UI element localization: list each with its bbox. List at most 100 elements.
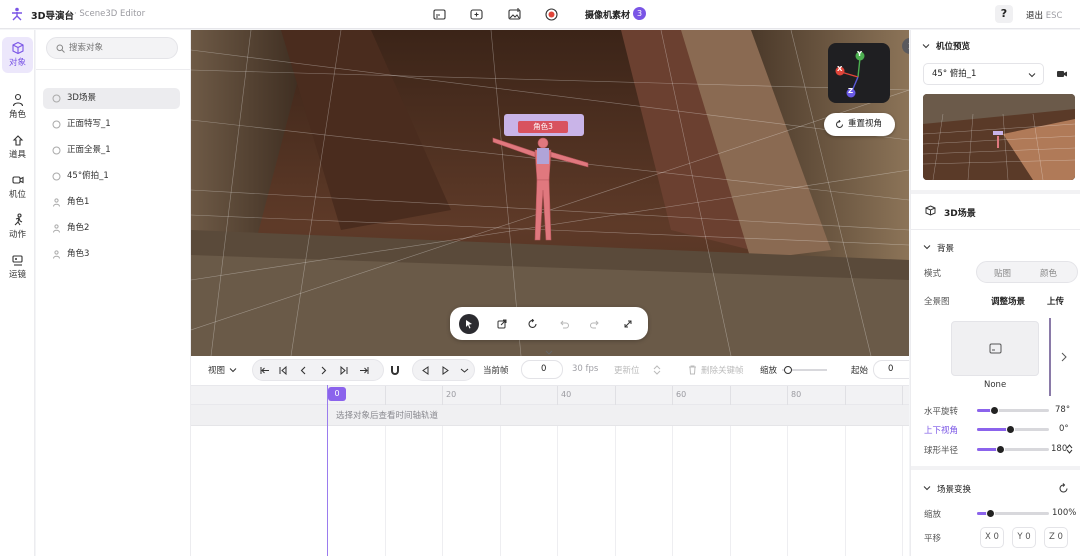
object-item-character-2[interactable]: 角色2 bbox=[43, 218, 180, 239]
chevron-down-icon[interactable] bbox=[229, 366, 237, 374]
object-item-camera-45[interactable]: 45°俯拍_1 bbox=[43, 166, 180, 187]
select-tool[interactable] bbox=[459, 314, 479, 334]
object-item-camera-front-closeup[interactable]: 正面特写_1 bbox=[43, 114, 180, 135]
collapse-panel-button[interactable] bbox=[902, 38, 909, 54]
translate-z-input[interactable]: Z 0 bbox=[1044, 527, 1068, 548]
timeline-ruler[interactable]: 20 40 60 80 bbox=[191, 385, 909, 406]
rail-label: 角色 bbox=[8, 110, 26, 120]
rotate-tool[interactable] bbox=[523, 314, 543, 334]
prev-keyframe-icon[interactable] bbox=[278, 365, 289, 376]
camera-library-button[interactable]: 摄像机素材 bbox=[585, 8, 630, 21]
current-frame-input[interactable]: 0 bbox=[521, 360, 563, 379]
slider-knob[interactable] bbox=[1005, 425, 1015, 434]
scene-transform-title: 场景变换 bbox=[937, 485, 972, 495]
cast-icon[interactable] bbox=[432, 7, 447, 22]
easing-select[interactable]: 更新位 bbox=[614, 364, 640, 376]
add-camera-icon[interactable] bbox=[469, 7, 484, 22]
stepper-icon[interactable] bbox=[1066, 444, 1073, 454]
character-name-tag: 角色3 bbox=[504, 114, 584, 136]
chevron-down-icon[interactable] bbox=[922, 42, 930, 50]
slider-knob[interactable] bbox=[990, 406, 999, 415]
translate-x-input[interactable]: X 0 bbox=[980, 527, 1004, 548]
orientation-gizmo[interactable]: Y X Z bbox=[828, 43, 890, 103]
redo-button[interactable] bbox=[585, 314, 605, 334]
chevron-down-icon[interactable] bbox=[923, 243, 931, 251]
horizontal-rotation-label: 水平旋转 bbox=[924, 407, 959, 417]
object-item-scene[interactable]: 3D场景 bbox=[43, 88, 180, 109]
trash-icon[interactable] bbox=[688, 365, 697, 375]
exit-label: 退出 bbox=[1026, 11, 1044, 21]
record-icon[interactable] bbox=[544, 7, 559, 22]
mode-option-texture[interactable]: 贴图 bbox=[994, 267, 1011, 279]
undo-button[interactable] bbox=[554, 314, 574, 334]
video-camera-icon[interactable] bbox=[1056, 69, 1068, 79]
zoom-label: 缩放 bbox=[760, 366, 778, 376]
playhead[interactable] bbox=[327, 385, 328, 556]
playhead-frame-badge[interactable]: 0 bbox=[328, 387, 346, 401]
reset-view-button[interactable]: 重置视角 bbox=[824, 113, 895, 136]
play-icon[interactable] bbox=[440, 365, 451, 376]
magnet-icon[interactable] bbox=[389, 364, 401, 376]
move-tool[interactable] bbox=[492, 314, 512, 334]
scroll-indicator[interactable] bbox=[1049, 318, 1051, 396]
search-input[interactable] bbox=[69, 41, 174, 55]
next-keyframe-icon[interactable] bbox=[338, 365, 349, 376]
start-input[interactable]: 0 bbox=[873, 360, 909, 379]
timeline-collapse-icon[interactable] bbox=[544, 350, 554, 356]
adjust-scene-button[interactable]: 调整场景 bbox=[991, 295, 1025, 307]
camera-small-icon bbox=[52, 172, 61, 181]
sphere-radius-value[interactable]: 180 bbox=[1051, 444, 1067, 454]
rail-item-props[interactable]: 道具 bbox=[2, 129, 33, 165]
current-frame-label: 当前帧 bbox=[483, 366, 509, 376]
exit-button[interactable]: 退出 ESC bbox=[1026, 9, 1062, 21]
object-label: 角色1 bbox=[67, 197, 90, 207]
expand-icon bbox=[624, 320, 632, 328]
rail-item-actions[interactable]: 动作 bbox=[2, 209, 33, 245]
3d-viewport[interactable]: 角色3 Y X Z 重置视角 bbox=[191, 30, 909, 356]
upload-button[interactable]: 上传 bbox=[1047, 295, 1064, 307]
axis-y-label: Y bbox=[857, 50, 863, 58]
camera-select[interactable]: 45° 俯拍_1 bbox=[923, 63, 1044, 85]
expand-button[interactable] bbox=[618, 314, 638, 334]
next-frame-icon[interactable] bbox=[318, 365, 329, 376]
mode-option-color[interactable]: 颜色 bbox=[1040, 267, 1057, 279]
chevron-right-icon bbox=[908, 43, 909, 49]
play-reverse-icon[interactable] bbox=[420, 365, 431, 376]
go-end-icon[interactable] bbox=[358, 365, 369, 376]
panorama-thumbnail[interactable] bbox=[951, 321, 1039, 376]
chevron-down-icon[interactable] bbox=[459, 365, 470, 376]
scene-title: 3D场景 bbox=[944, 209, 976, 219]
scale-slider[interactable] bbox=[977, 509, 1049, 518]
view-menu[interactable]: 视图 bbox=[208, 364, 225, 376]
help-button[interactable]: ? bbox=[995, 5, 1013, 23]
rail-item-cameras[interactable]: 机位 bbox=[2, 169, 33, 205]
reset-icon[interactable] bbox=[1058, 483, 1069, 494]
horizontal-rotation-slider[interactable] bbox=[977, 406, 1049, 415]
object-item-character-1[interactable]: 角色1 bbox=[43, 192, 180, 213]
zoom-knob[interactable] bbox=[784, 366, 792, 374]
fps-label[interactable]: 30 fps bbox=[572, 364, 598, 374]
object-item-character-3[interactable]: 角色3 bbox=[43, 244, 180, 265]
slider-knob[interactable] bbox=[986, 509, 996, 518]
add-image-icon[interactable] bbox=[507, 7, 522, 22]
rail-item-camera-moves[interactable]: 运镜 bbox=[2, 249, 33, 285]
zoom-slider[interactable] bbox=[782, 366, 827, 374]
object-search[interactable] bbox=[46, 37, 178, 59]
vertical-angle-slider[interactable] bbox=[977, 425, 1049, 434]
prev-frame-icon[interactable] bbox=[298, 365, 309, 376]
sphere-radius-slider[interactable] bbox=[977, 445, 1049, 454]
translate-y-input[interactable]: Y 0 bbox=[1012, 527, 1036, 548]
go-start-icon[interactable] bbox=[260, 365, 271, 376]
slider-knob[interactable] bbox=[995, 445, 1005, 454]
camera-small-icon bbox=[52, 146, 61, 155]
stepper-icon[interactable] bbox=[653, 365, 661, 375]
rail-item-objects[interactable]: 对象 bbox=[2, 37, 33, 73]
delete-keyframe-button[interactable]: 删除关键帧 bbox=[701, 364, 744, 376]
object-item-camera-front-wide[interactable]: 正面全景_1 bbox=[43, 140, 180, 161]
ruler-tick: 60 bbox=[676, 390, 687, 399]
rotate-icon bbox=[528, 319, 537, 328]
rail-item-characters[interactable]: 角色 bbox=[2, 89, 33, 125]
chevron-down-icon[interactable] bbox=[923, 484, 931, 492]
chevron-right-icon[interactable] bbox=[1060, 352, 1068, 362]
camera-select-value: 45° 俯拍_1 bbox=[932, 69, 977, 79]
